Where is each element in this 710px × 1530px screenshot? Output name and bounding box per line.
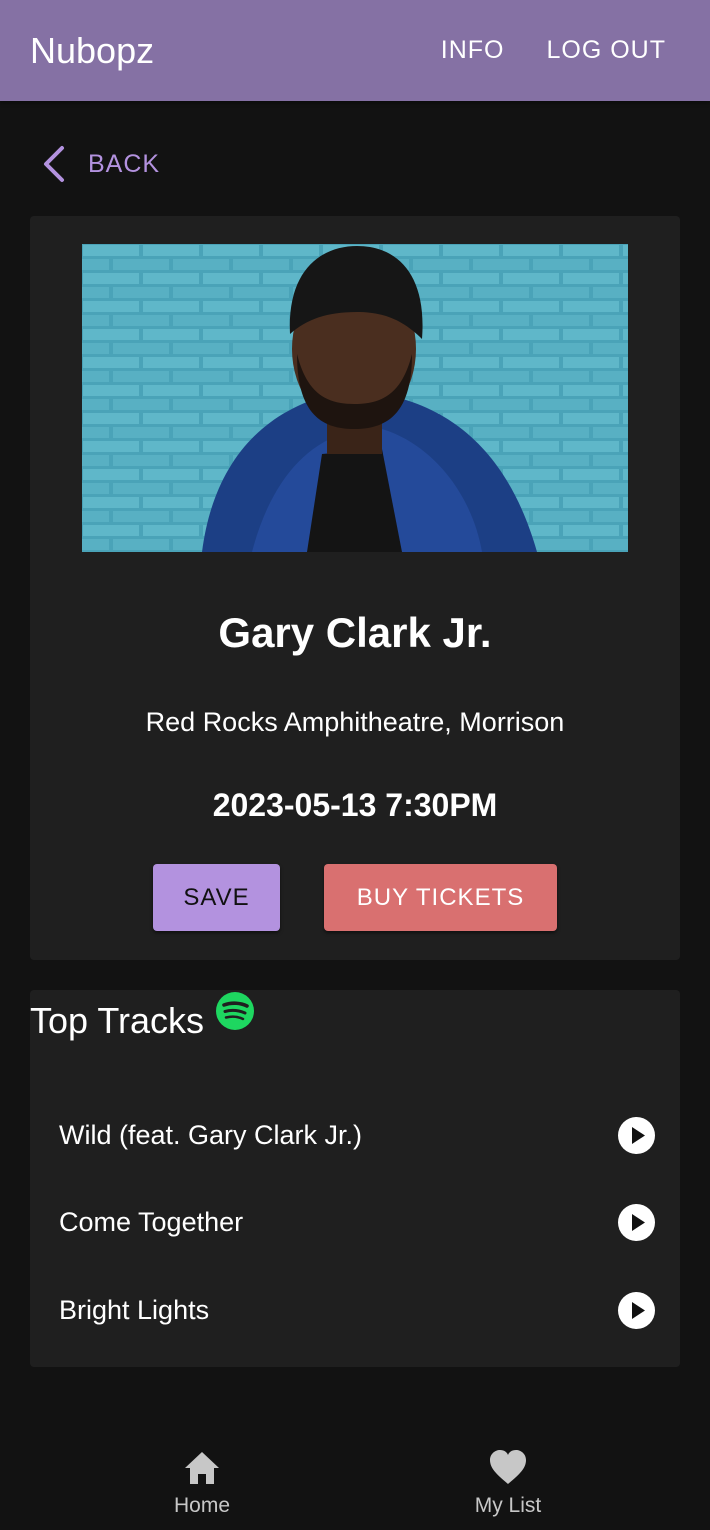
heart-icon [490, 1450, 526, 1484]
app-root: Nubopz INFO LOG OUT BACK Gary Clark Jr. … [0, 0, 710, 1530]
event-datetime: 2023-05-13 7:30PM [212, 787, 498, 823]
nav-my-list[interactable]: My List [418, 1448, 598, 1518]
logout-button[interactable]: LOG OUT [546, 36, 666, 65]
bottom-nav: Home My List [0, 1440, 710, 1530]
event-card: Gary Clark Jr. Red Rocks Amphitheatre, M… [30, 216, 680, 960]
chevron-left-icon [44, 146, 64, 182]
top-tracks-card: Top Tracks Wild (feat. Gary Clark Jr.) C… [30, 990, 680, 1367]
top-tracks-title: Top Tracks [30, 1000, 205, 1041]
top-tracks-header: Top Tracks [30, 990, 255, 1042]
back-label: BACK [88, 149, 161, 178]
spotify-icon [216, 992, 255, 1030]
artist-photo [82, 244, 628, 552]
track-item: Bright Lights [59, 1280, 655, 1340]
play-icon[interactable] [618, 1203, 655, 1241]
track-title: Come Together [59, 1206, 244, 1237]
nav-home[interactable]: Home [112, 1448, 292, 1518]
track-item: Wild (feat. Gary Clark Jr.) [59, 1105, 655, 1165]
app-bar: Nubopz INFO LOG OUT [0, 0, 710, 101]
buy-tickets-button[interactable]: BUY TICKETS [324, 864, 557, 931]
app-title: Nubopz [30, 29, 155, 71]
play-icon[interactable] [618, 1116, 655, 1154]
nav-my-list-label: My List [474, 1494, 542, 1517]
nav-home-label: Home [173, 1494, 231, 1517]
save-button[interactable]: SAVE [153, 864, 280, 931]
artist-name: Gary Clark Jr. [218, 609, 492, 656]
play-icon[interactable] [618, 1291, 655, 1329]
back-button[interactable]: BACK [40, 144, 160, 184]
track-title: Wild (feat. Gary Clark Jr.) [59, 1119, 363, 1150]
home-icon [185, 1452, 219, 1484]
track-title: Bright Lights [59, 1294, 210, 1325]
info-button[interactable]: INFO [441, 36, 505, 65]
track-item: Come Together [59, 1192, 655, 1252]
venue: Red Rocks Amphitheatre, Morrison [145, 707, 565, 737]
